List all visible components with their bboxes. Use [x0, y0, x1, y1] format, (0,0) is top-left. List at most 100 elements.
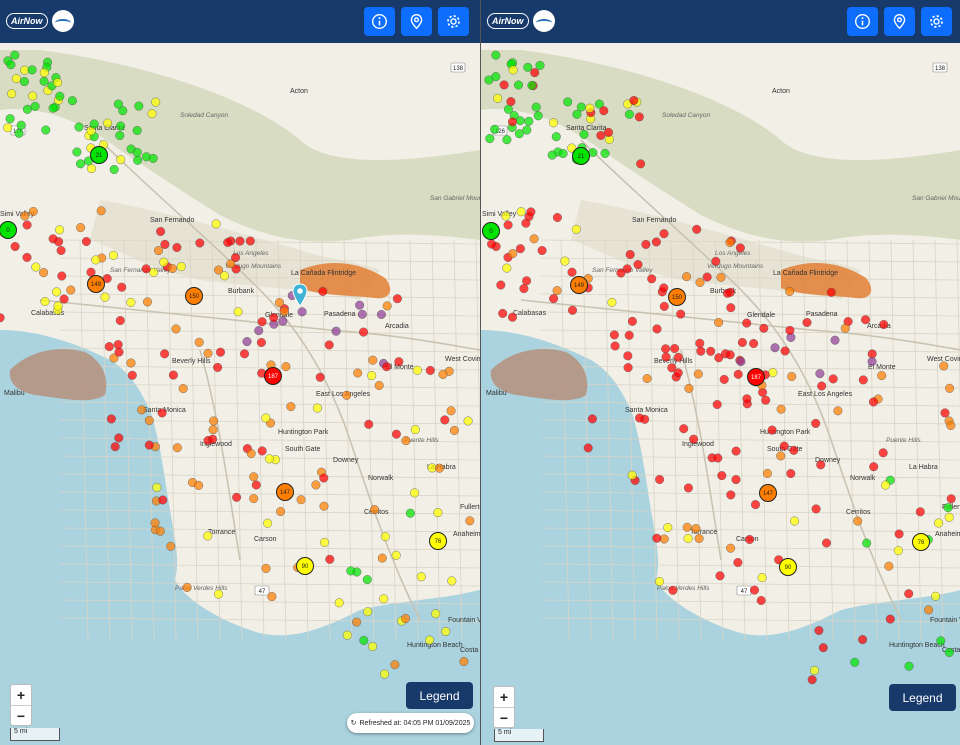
sensor-point[interactable]: [368, 642, 378, 652]
sensor-point[interactable]: [377, 553, 387, 563]
sensor-point[interactable]: [623, 351, 633, 361]
sensor-point[interactable]: [915, 507, 925, 517]
sensor-point[interactable]: [867, 357, 877, 367]
sensor-point[interactable]: [195, 238, 205, 248]
sensor-point[interactable]: [235, 236, 245, 246]
sensor-point[interactable]: [776, 451, 786, 461]
sensor-point[interactable]: [684, 383, 694, 393]
sensor-point[interactable]: [682, 522, 692, 532]
sensor-point[interactable]: [382, 362, 392, 372]
sensor-point[interactable]: [264, 454, 274, 464]
sensor-point[interactable]: [382, 301, 392, 311]
sensor-point[interactable]: [405, 508, 415, 518]
sensor-point[interactable]: [946, 421, 956, 431]
sensor-point[interactable]: [676, 309, 686, 319]
sensor-point[interactable]: [380, 532, 390, 542]
sensor-point[interactable]: [714, 353, 724, 363]
sensor-point[interactable]: [10, 50, 20, 60]
sensor-point[interactable]: [785, 325, 795, 335]
sensor-point[interactable]: [487, 239, 497, 249]
sensor-point[interactable]: [391, 429, 401, 439]
sensor-point[interactable]: [249, 472, 259, 482]
sensor-point[interactable]: [735, 243, 745, 253]
sensor-point[interactable]: [155, 526, 165, 536]
sensor-point[interactable]: [267, 592, 277, 602]
sensor-point[interactable]: [726, 490, 736, 500]
sensor-point[interactable]: [737, 338, 747, 348]
sensor-point[interactable]: [89, 119, 99, 129]
sensor-point[interactable]: [547, 150, 557, 160]
sensor-point[interactable]: [879, 320, 889, 330]
sensor-point[interactable]: [768, 368, 778, 378]
sensor-point[interactable]: [506, 97, 516, 107]
sensor-point[interactable]: [76, 223, 86, 233]
sensor-point[interactable]: [567, 305, 577, 315]
sensor-point[interactable]: [213, 362, 223, 372]
sensor-point[interactable]: [172, 242, 182, 252]
sensor-point[interactable]: [751, 500, 761, 510]
sensor-point[interactable]: [410, 488, 420, 498]
sensor-point[interactable]: [86, 267, 96, 277]
sensor-point[interactable]: [682, 272, 692, 282]
sensor-point[interactable]: [893, 546, 903, 556]
sensor-point[interactable]: [762, 468, 772, 478]
sensor-point[interactable]: [334, 598, 344, 608]
sensor-point[interactable]: [401, 436, 411, 446]
sensor-point[interactable]: [840, 323, 850, 333]
sensor-point[interactable]: [867, 349, 877, 359]
airnow-logo[interactable]: AirNow: [6, 8, 74, 34]
sensor-point[interactable]: [440, 415, 450, 425]
sensor-point[interactable]: [153, 246, 163, 256]
sensor-point[interactable]: [587, 414, 597, 424]
sensor-point[interactable]: [635, 413, 645, 423]
sensor-point[interactable]: [526, 207, 536, 217]
sensor-point[interactable]: [811, 504, 821, 514]
sensor-point[interactable]: [527, 80, 537, 90]
sensor-point[interactable]: [558, 148, 568, 158]
sensor-point[interactable]: [877, 371, 887, 381]
sensor-point[interactable]: [231, 253, 241, 263]
sensor-point[interactable]: [126, 358, 136, 368]
sensor-point[interactable]: [391, 550, 401, 560]
sensor-point[interactable]: [367, 371, 377, 381]
sensor-point[interactable]: [91, 255, 101, 265]
sensor-point[interactable]: [14, 128, 24, 138]
sensor-point[interactable]: [168, 370, 178, 380]
sensor-point[interactable]: [946, 494, 956, 504]
location-button[interactable]: [884, 7, 915, 36]
location-marker-icon[interactable]: [291, 283, 309, 307]
sensor-point[interactable]: [627, 316, 637, 326]
sensor-point[interactable]: [811, 418, 821, 428]
sensor-point[interactable]: [934, 518, 944, 528]
sensor-point[interactable]: [113, 340, 123, 350]
sensor-point[interactable]: [636, 159, 646, 169]
sensor-point[interactable]: [141, 264, 151, 274]
sensor-point[interactable]: [633, 260, 643, 270]
sensor-point[interactable]: [742, 318, 752, 328]
sensor-point[interactable]: [39, 68, 49, 78]
sensor-point[interactable]: [147, 109, 157, 119]
sensor-point[interactable]: [599, 106, 609, 116]
sensor-point[interactable]: [275, 298, 285, 308]
sensor-point[interactable]: [281, 362, 291, 372]
sensor-point[interactable]: [607, 297, 617, 307]
sensor-point[interactable]: [529, 234, 539, 244]
sensor-point[interactable]: [27, 65, 37, 75]
sensor-point[interactable]: [659, 283, 669, 293]
sensor-point[interactable]: [924, 605, 934, 615]
sensor-point[interactable]: [713, 453, 723, 463]
sensor-point[interactable]: [425, 365, 435, 375]
sensor-point[interactable]: [364, 419, 374, 429]
sensor-point[interactable]: [115, 130, 125, 140]
sensor-point[interactable]: [150, 518, 160, 528]
sensor-point[interactable]: [10, 241, 20, 251]
sensor-point[interactable]: [362, 575, 372, 585]
sensor-point[interactable]: [72, 147, 82, 157]
sensor-point[interactable]: [223, 237, 233, 247]
sensor-point[interactable]: [659, 229, 669, 239]
sensor-point[interactable]: [571, 224, 581, 234]
sensor-point[interactable]: [884, 561, 894, 571]
sensor-point[interactable]: [683, 483, 693, 493]
sensor-point[interactable]: [114, 347, 124, 357]
map-canvas[interactable]: Acton Santa Clarita Soledad Canyon San Gabr…: [481, 43, 960, 745]
